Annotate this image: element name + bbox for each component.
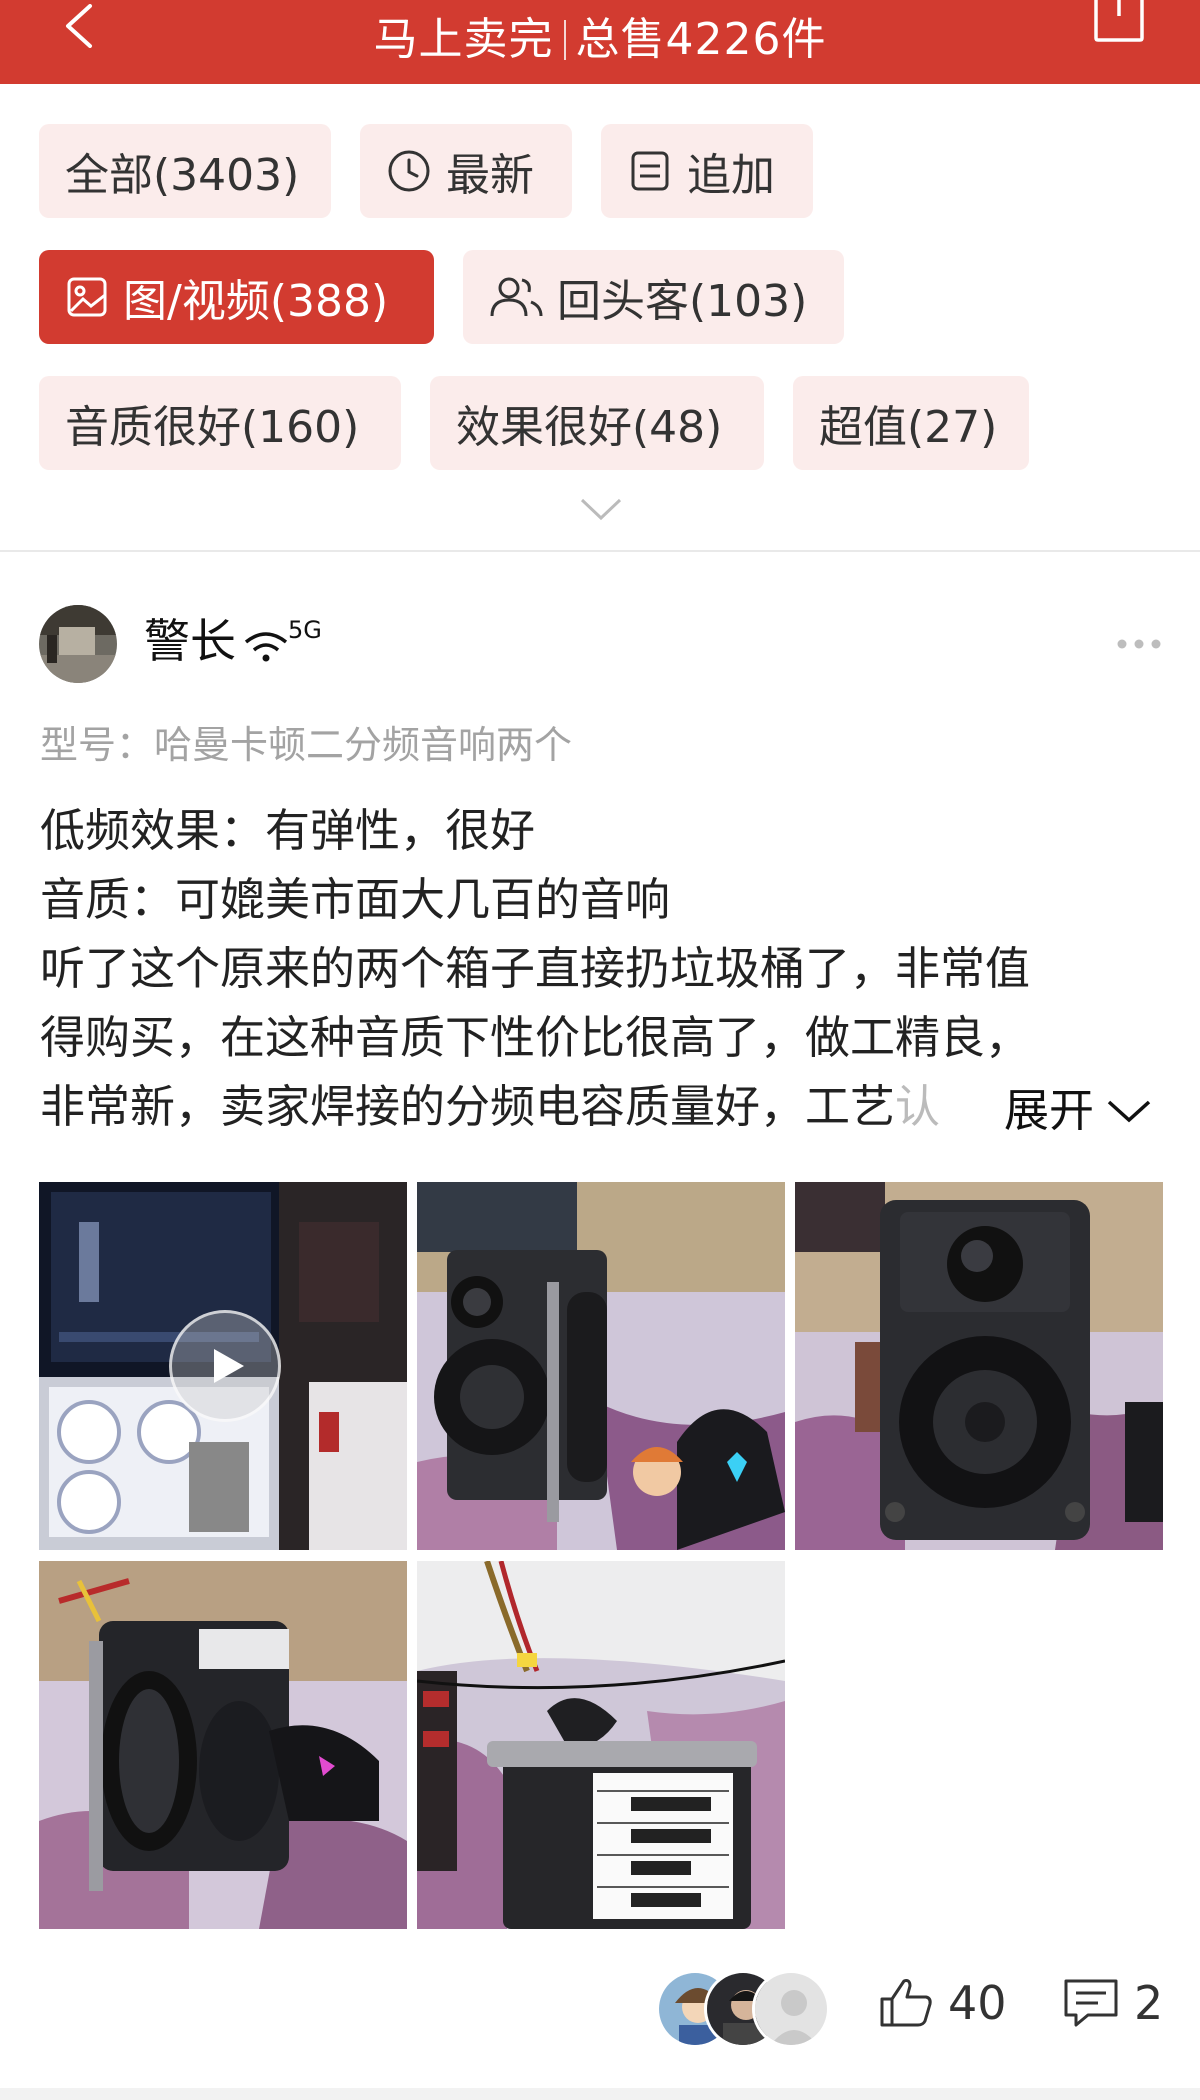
sales-summary: 马上卖完 总售4226件 — [0, 8, 1200, 72]
review-line: 音质：可媲美市面大几百的音响 — [40, 873, 671, 926]
chevron-down-icon[interactable] — [580, 496, 622, 522]
product-model: 型号：哈曼卡顿二分频音响两个 — [40, 723, 573, 767]
wifi-5g-icon: 5G — [244, 620, 322, 662]
review-photo[interactable] — [417, 1561, 785, 1929]
review-line: 得购买，在这种音质下性价比很高了，做工精良， — [40, 1011, 1031, 1064]
liked-by-avatars[interactable] — [656, 1970, 836, 2050]
filter-repeat-customer-label: 回头客(103) — [557, 276, 808, 327]
filter-followup-label: 追加 — [687, 150, 775, 201]
like-button[interactable]: 40 — [878, 1976, 1007, 2030]
review-filter-panel: 全部(3403) 最新 追加 图/视频(388) 回头客(103) 音质很好(1… — [0, 84, 1200, 552]
review-photo[interactable] — [417, 1182, 785, 1550]
review-text: 低频效果：有弹性，很好 音质：可媲美市面大几百的音响 听了这个原来的两个箱子直接… — [40, 796, 1170, 1141]
review-line: 听了这个原来的两个箱子直接扔垃圾桶了，非常值 — [40, 942, 1031, 995]
thumbs-up-icon — [880, 1979, 932, 2027]
review-line-last: 非常新，卖家焊接的分频电容质量好，工艺认 — [40, 1072, 1170, 1141]
filter-photo-video[interactable]: 图/视频(388) — [39, 250, 434, 344]
comment-count: 2 — [1134, 1976, 1164, 2030]
filter-value[interactable]: 超值(27) — [793, 376, 1029, 470]
bottom-separator — [0, 2088, 1200, 2100]
filter-good-effect[interactable]: 效果很好(48) — [430, 376, 764, 470]
top-header: 马上卖完 总售4226件 — [0, 0, 1200, 84]
share-icon[interactable] — [1092, 0, 1146, 42]
filter-value-label: 超值(27) — [819, 402, 998, 453]
expand-label: 展开 — [1004, 1084, 1095, 1137]
filter-all[interactable]: 全部(3403) — [39, 124, 331, 218]
review-line-text: 非常新，卖家焊接的分频电容质量好，工艺 — [40, 1080, 896, 1133]
more-options-icon[interactable] — [1114, 626, 1164, 662]
review-line: 低频效果：有弹性，很好 — [40, 804, 536, 857]
comment-button[interactable]: 2 — [1062, 1976, 1163, 2030]
filter-latest-label: 最新 — [446, 150, 534, 201]
note-icon — [631, 151, 669, 191]
filter-sound-quality-label: 音质很好(160) — [65, 402, 360, 453]
filter-sound-quality[interactable]: 音质很好(160) — [39, 376, 401, 470]
review-photo[interactable] — [39, 1561, 407, 1929]
filter-repeat-customer[interactable]: 回头客(103) — [463, 250, 844, 344]
comment-icon — [1064, 1979, 1118, 2027]
username[interactable]: 警长 — [144, 608, 236, 674]
network-badge: 5G — [288, 620, 322, 644]
filter-all-label: 全部(3403) — [65, 150, 300, 201]
filter-good-effect-label: 效果很好(48) — [456, 402, 723, 453]
image-icon — [67, 277, 107, 317]
chevron-down-icon — [1107, 1100, 1151, 1122]
play-button[interactable] — [169, 1310, 281, 1422]
review-line-faded: 认 — [895, 1080, 941, 1133]
clock-icon — [388, 150, 430, 192]
avatar[interactable] — [39, 605, 117, 683]
filter-latest[interactable]: 最新 — [360, 124, 572, 218]
expand-review-button[interactable]: 展开 — [1004, 1076, 1153, 1145]
play-icon — [214, 1349, 244, 1383]
sales-status: 马上卖完 — [373, 14, 554, 65]
like-count: 40 — [948, 1976, 1007, 2030]
review-video-thumbnail[interactable] — [39, 1182, 407, 1550]
filter-photo-video-label: 图/视频(388) — [123, 276, 389, 327]
section-divider — [0, 550, 1200, 552]
review-photo[interactable] — [795, 1182, 1163, 1550]
filter-followup[interactable]: 追加 — [601, 124, 813, 218]
total-sold: 总售4226件 — [575, 14, 827, 65]
users-icon — [490, 277, 543, 317]
avatar — [752, 1970, 830, 2048]
title-separator — [563, 20, 566, 60]
